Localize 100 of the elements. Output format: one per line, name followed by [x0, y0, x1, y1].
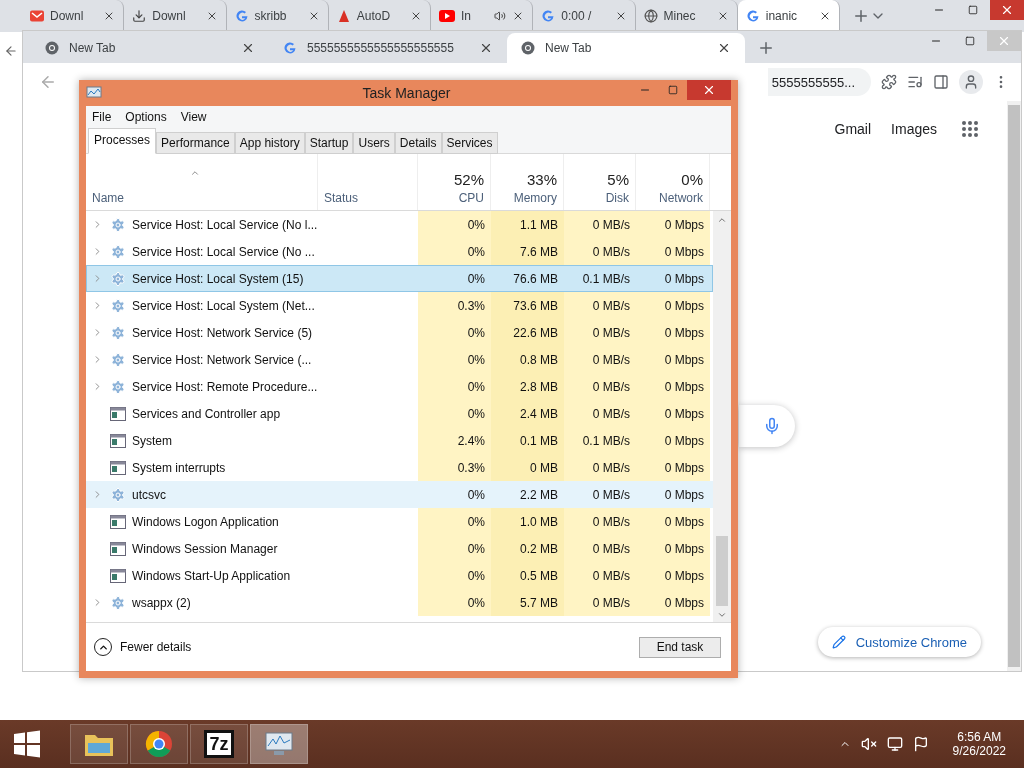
tab[interactable]: Users: [353, 132, 395, 154]
puzzle-icon[interactable]: [881, 74, 897, 90]
table-cell-text: 0 Mbps: [663, 486, 705, 504]
browser-tab[interactable]: inanic: [737, 0, 840, 32]
apps-grid-icon[interactable]: [961, 120, 979, 138]
windows-logo-icon[interactable]: [12, 729, 42, 759]
close-button[interactable]: [990, 0, 1024, 20]
table-cell: 0%: [418, 346, 491, 373]
process-row[interactable]: utcsvc 0% 2.2 MB 0 MB/s 0 Mbps: [86, 481, 713, 508]
process-name: Service Host: Local Service (No ...: [132, 244, 315, 259]
close-icon[interactable]: [717, 41, 731, 55]
menu-item[interactable]: File: [92, 110, 112, 124]
process-row[interactable]: Service Host: Network Service (... 0% 0.8 MB 0 MB/s 0 Mbps: [86, 346, 713, 373]
flag-icon[interactable]: [912, 736, 929, 752]
menu-item[interactable]: Options: [125, 110, 167, 124]
tab[interactable]: App history: [234, 132, 305, 154]
new-tab-icon[interactable]: [757, 39, 775, 57]
column-header[interactable]: Status: [324, 191, 359, 205]
maximize-icon[interactable]: [965, 36, 975, 46]
process-row[interactable]: Windows Start-Up Application 0% 0.5 MB 0 MB/s 0 Mbps: [86, 562, 713, 589]
table-cell: 0 MB/s: [564, 562, 636, 589]
table-cell: 2.8 MB: [491, 373, 564, 400]
column-header[interactable]: Memory: [513, 191, 557, 205]
close-icon[interactable]: [819, 10, 831, 22]
process-row[interactable]: System interrupts 0.3% 0 MB 0 MB/s 0 Mbps: [86, 454, 713, 481]
google-icon: [745, 9, 760, 23]
browser-tab[interactable]: 5555555555555555555555: [269, 33, 507, 63]
column-header[interactable]: Disk: [605, 191, 629, 205]
profile-button[interactable]: [959, 70, 983, 94]
browser-tab[interactable]: New Tab: [31, 33, 269, 63]
customize-button[interactable]: Customize Chrome: [817, 627, 981, 657]
close-icon[interactable]: [241, 41, 255, 55]
maximize-icon[interactable]: [668, 85, 678, 95]
header-link[interactable]: Gmail: [834, 121, 872, 137]
table-cell: 0 Mbps: [636, 589, 710, 616]
chrome-icon: [521, 41, 535, 55]
process-row[interactable]: Windows Session Manager 0% 0.2 MB 0 MB/s 0 Mbps: [86, 535, 713, 562]
scroll-thumb[interactable]: [716, 536, 728, 606]
close-icon[interactable]: [410, 10, 422, 22]
tab[interactable]: Details: [394, 132, 442, 154]
menu-item[interactable]: View: [180, 110, 207, 124]
taskbar-button[interactable]: [130, 724, 188, 764]
table-cell: 0 MB/s: [564, 589, 636, 616]
tab[interactable]: Performance: [156, 132, 235, 154]
process-row[interactable]: Service Host: Network Service (5) 0% 22.6 MB 0 MB/s 0 Mbps: [86, 319, 713, 346]
process-name: Service Host: Local Service (No l...: [132, 217, 318, 232]
table-cell: 0 MB/s: [564, 400, 636, 427]
close-icon[interactable]: [479, 41, 493, 55]
process-row[interactable]: Service Host: Local Service (No l... 0% 1.1 MB 0 MB/s 0 Mbps: [86, 211, 713, 238]
process-row[interactable]: wsappx (2) 0% 5.7 MB 0 MB/s 0 Mbps: [86, 589, 713, 616]
scroll-thumb[interactable]: [1008, 105, 1020, 667]
column-header[interactable]: CPU: [458, 191, 484, 205]
process-row[interactable]: Service Host: Local System (15) 0% 76.6 MB 0.1 MB/s 0 Mbps: [86, 265, 713, 292]
clock-date[interactable]: 9/26/2022: [952, 744, 1006, 758]
scroll-down-icon[interactable]: [717, 610, 727, 620]
tab[interactable]: Processes: [88, 128, 157, 154]
maximize-icon[interactable]: [968, 5, 978, 15]
table-cell: 0.1 MB: [491, 427, 564, 454]
close-icon: [1000, 3, 1014, 17]
header-link[interactable]: Images: [891, 121, 937, 137]
table-cell-text: 0 Mbps: [663, 270, 705, 288]
download-icon: [132, 9, 147, 23]
column-header[interactable]: Network: [659, 191, 703, 205]
new-tab-icon[interactable]: [852, 7, 870, 25]
back-icon[interactable]: [4, 44, 18, 58]
end-task-button[interactable]: End task: [639, 636, 721, 658]
process-row[interactable]: Service Host: Local Service (No ... 0% 7.6 MB 0 MB/s 0 Mbps: [86, 238, 713, 265]
process-row[interactable]: Service Host: Local System (Net... 0.3% 73.6 MB 0 MB/s 0 Mbps: [86, 292, 713, 319]
media-list-icon[interactable]: [907, 74, 923, 90]
table-cell: 1.1 MB: [491, 211, 564, 238]
person-icon: [963, 74, 979, 90]
table-cell: 1.0 MB: [491, 508, 564, 535]
volume-muted-icon[interactable]: [860, 736, 877, 752]
taskbar-button[interactable]: 7z: [190, 724, 248, 764]
side-panel-icon[interactable]: [933, 74, 949, 90]
tab[interactable]: Startup: [304, 132, 354, 154]
taskbar-button[interactable]: [70, 724, 128, 764]
usage-percent: 0%: [681, 171, 703, 188]
table-cell: 2.4%: [418, 427, 491, 454]
app-window-icon: [110, 460, 126, 475]
scrollbar[interactable]: [1007, 101, 1021, 671]
address-bar[interactable]: 5555555555...: [767, 68, 871, 96]
usage-percent: 33%: [526, 171, 557, 188]
fewer-details-button[interactable]: Fewer details: [94, 638, 192, 656]
cone-icon: [336, 9, 351, 23]
process-row[interactable]: Services and Controller app 0% 2.4 MB 0 MB/s 0 Mbps: [86, 400, 713, 427]
clock-time[interactable]: 6:56 AM: [957, 730, 1002, 744]
column-header[interactable]: Name: [92, 191, 124, 205]
scrollbar[interactable]: [713, 211, 731, 622]
taskbar-button[interactable]: [250, 724, 308, 764]
window-title: Task Manager: [362, 85, 451, 101]
browser-tab[interactable]: New Tab: [507, 33, 745, 63]
process-row[interactable]: Windows Logon Application 0% 1.0 MB 0 MB/s 0 Mbps: [86, 508, 713, 535]
network-icon[interactable]: [886, 736, 903, 752]
google-icon: [234, 9, 249, 23]
microphone-icon[interactable]: [763, 417, 781, 435]
scroll-up-icon[interactable]: [717, 215, 727, 225]
tab[interactable]: Services: [441, 132, 498, 154]
process-row[interactable]: Service Host: Remote Procedure... 0% 2.8 MB 0 MB/s 0 Mbps: [86, 373, 713, 400]
process-row[interactable]: System 2.4% 0.1 MB 0.1 MB/s 0 Mbps: [86, 427, 713, 454]
